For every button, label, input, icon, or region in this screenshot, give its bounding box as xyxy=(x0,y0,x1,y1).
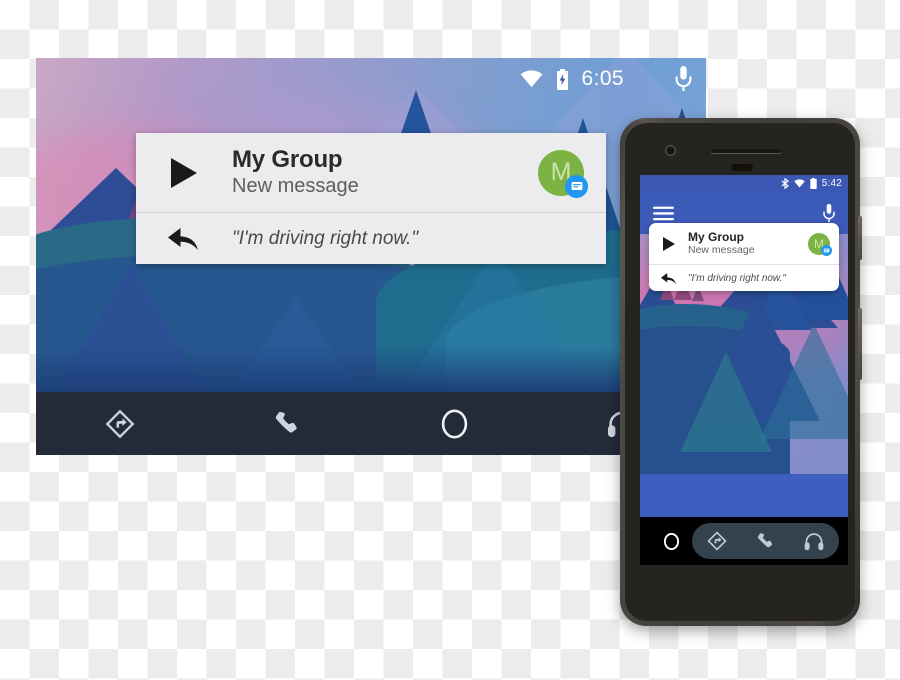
play-icon[interactable] xyxy=(649,236,688,251)
front-camera-icon xyxy=(665,145,676,156)
phone-nav-pill xyxy=(692,523,839,559)
phone-body: 5:42 My Group New message M "I'm driving… xyxy=(625,123,855,621)
reply-text: "I'm driving right now." xyxy=(688,273,786,284)
message-badge-icon xyxy=(821,244,832,256)
play-icon[interactable] xyxy=(136,157,232,188)
nav-item-phone[interactable] xyxy=(756,532,775,551)
phone-screen: 5:42 My Group New message M "I'm driving… xyxy=(640,175,848,565)
card-reply-row[interactable]: "I'm driving right now." xyxy=(649,264,839,292)
nav-item-navigation[interactable] xyxy=(36,409,204,439)
avatar: M xyxy=(808,232,832,256)
bluetooth-icon xyxy=(781,178,789,189)
battery-charging-icon xyxy=(556,68,569,90)
battery-icon xyxy=(810,178,817,189)
reply-text: "I'm driving right now." xyxy=(232,228,419,249)
reply-arrow-icon[interactable] xyxy=(649,272,688,285)
card-text-block: My Group New message xyxy=(232,145,538,199)
reply-arrow-icon[interactable] xyxy=(136,226,232,252)
card-subtitle: New message xyxy=(688,244,755,257)
card-title: My Group xyxy=(232,145,343,173)
smartphone-device: 5:42 My Group New message M "I'm driving… xyxy=(620,118,862,626)
message-badge-icon xyxy=(565,174,588,198)
wifi-icon xyxy=(794,179,805,188)
card-title: My Group xyxy=(688,229,744,244)
car-head-unit-display: 6:05 My Group New message M "I'm driving… xyxy=(36,58,706,455)
card-text-block: My Group New message xyxy=(688,229,808,257)
volume-button[interactable] xyxy=(858,308,862,380)
hamburger-menu-icon[interactable] xyxy=(653,206,674,221)
car-notification-card[interactable]: My Group New message M "I'm driving righ… xyxy=(136,133,606,264)
nav-item-home[interactable] xyxy=(650,532,692,551)
bottom-shade xyxy=(36,346,706,392)
phone-status-bar: 5:42 xyxy=(640,175,848,192)
proximity-sensor-icon xyxy=(731,164,753,171)
foreground-peak-teal xyxy=(680,352,772,452)
earpiece-speaker-icon xyxy=(711,149,781,153)
foreground-peak xyxy=(760,324,848,439)
nav-item-phone[interactable] xyxy=(204,410,372,438)
microphone-icon[interactable] xyxy=(823,203,835,223)
car-nav-bar xyxy=(36,392,706,455)
car-status-bar: 6:05 xyxy=(36,58,706,100)
nav-item-home[interactable] xyxy=(371,408,539,440)
phone-nav-bar xyxy=(640,517,848,565)
nav-item-media[interactable] xyxy=(804,532,824,551)
card-header-row[interactable]: My Group New message M xyxy=(136,133,606,212)
microphone-icon[interactable] xyxy=(675,66,692,92)
phone-notification-card[interactable]: My Group New message M "I'm driving righ… xyxy=(649,223,839,291)
wifi-icon xyxy=(520,70,543,88)
card-subtitle: New message xyxy=(232,175,359,198)
card-header-row[interactable]: My Group New message M xyxy=(649,223,839,264)
phone-clock: 5:42 xyxy=(821,178,842,189)
car-clock: 6:05 xyxy=(581,67,624,90)
card-reply-row[interactable]: "I'm driving right now." xyxy=(136,212,606,265)
power-button[interactable] xyxy=(858,216,862,260)
nav-item-navigation[interactable] xyxy=(707,531,727,551)
avatar: M xyxy=(538,149,588,198)
